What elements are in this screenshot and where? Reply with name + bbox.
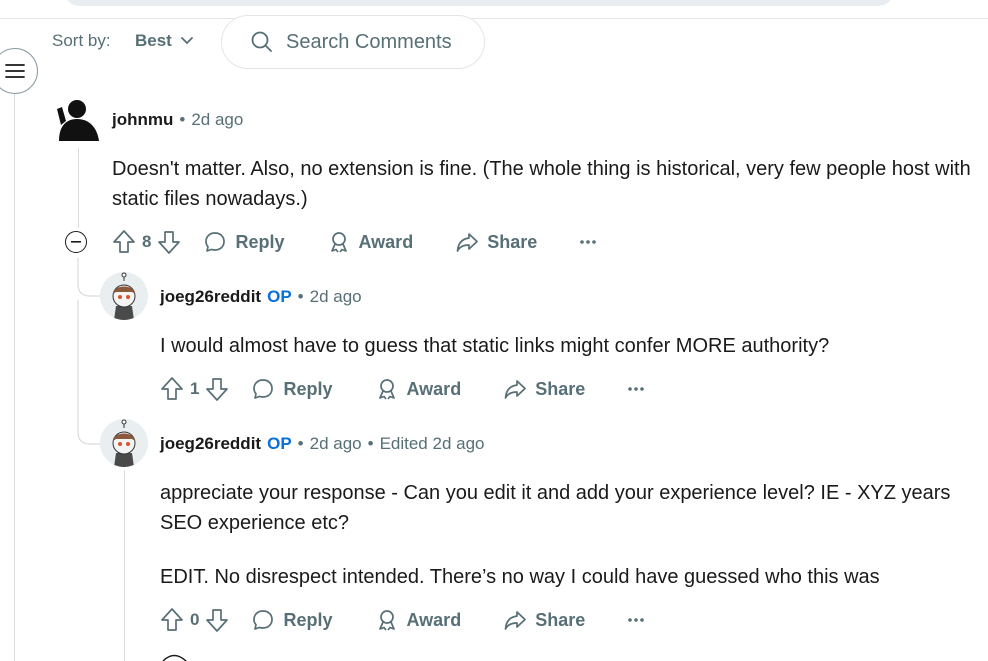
upvote-icon[interactable] — [112, 229, 136, 255]
separator-dot: • — [179, 110, 186, 129]
sort-label: Sort by: — [52, 31, 111, 50]
username[interactable]: joeg26reddit — [160, 434, 261, 454]
share-button[interactable]: Share — [503, 608, 585, 632]
timestamp[interactable]: 2d ago — [191, 110, 243, 130]
username[interactable]: joeg26reddit — [160, 287, 261, 307]
downvote-icon[interactable] — [205, 607, 229, 633]
search-icon — [250, 30, 274, 54]
downvote-icon[interactable] — [205, 376, 229, 402]
separator-dot: • — [297, 434, 304, 453]
op-badge: OP — [267, 434, 292, 453]
more-options-button[interactable] — [579, 239, 597, 245]
comment-meta: joeg26reddit OP • 2d ago — [160, 287, 362, 307]
ellipsis-icon — [628, 387, 645, 391]
thread-line-comment-1 — [78, 148, 79, 228]
comment-body: Doesn't matter. Also, no extension is fi… — [112, 158, 971, 210]
share-icon — [504, 380, 527, 399]
comment-bubble-icon — [205, 232, 226, 252]
comment-body: I would almost have to guess that static… — [160, 335, 830, 357]
award-button[interactable]: Award — [375, 377, 461, 401]
separator-dot: • — [297, 287, 304, 306]
user-silhouette-icon — [57, 100, 99, 141]
op-badge: OP — [267, 287, 292, 306]
more-options-button[interactable] — [627, 617, 645, 623]
menu-button[interactable] — [0, 48, 38, 94]
avatar[interactable] — [100, 419, 148, 467]
award-button[interactable]: Award — [375, 608, 461, 632]
comment-body-edit: EDIT. No disrespect intended. There’s no… — [160, 566, 880, 588]
edited-label: Edited 2d ago — [379, 434, 485, 453]
downvote-icon[interactable] — [157, 229, 181, 255]
collapse-thread-button[interactable] — [65, 231, 87, 253]
reply-button[interactable]: Reply — [203, 230, 285, 254]
reply-button[interactable]: Reply — [251, 608, 333, 632]
search-comments-input[interactable]: Search Comments — [221, 15, 485, 69]
award-icon — [330, 232, 347, 253]
comment-bubble-icon — [253, 379, 274, 399]
thread-line-root — [14, 94, 15, 661]
share-icon — [456, 233, 479, 252]
more-options-button[interactable] — [627, 386, 645, 392]
ellipsis-icon — [628, 618, 645, 622]
ellipsis-icon — [580, 240, 597, 244]
top-search-bar[interactable] — [65, 0, 893, 6]
timestamp[interactable]: 2d ago — [310, 287, 362, 307]
comment-actions: 8 Reply Award Share — [112, 229, 597, 255]
comment-actions: 1 Reply Award Share — [160, 376, 645, 402]
thread-line-comment-3 — [124, 470, 125, 661]
timestamp[interactable]: 2d ago — [310, 434, 362, 454]
hamburger-icon — [4, 62, 26, 80]
comment-body: appreciate your response - Can you edit … — [160, 482, 951, 534]
vote-score: 1 — [190, 379, 200, 398]
award-button[interactable]: Award — [327, 230, 413, 254]
search-placeholder: Search Comments — [286, 30, 452, 53]
avatar[interactable] — [53, 95, 101, 143]
sort-value: Best — [135, 31, 172, 50]
reply-button[interactable]: Reply — [251, 377, 333, 401]
minus-icon — [71, 241, 81, 243]
award-icon — [378, 379, 395, 400]
header-divider — [0, 18, 988, 19]
avatar[interactable] — [100, 272, 148, 320]
comment-meta: joeg26reddit OP • 2d ago • Edited 2d ago — [160, 434, 484, 454]
award-icon — [378, 610, 395, 631]
share-button[interactable]: Share — [455, 230, 537, 254]
vote-score: 8 — [142, 232, 152, 251]
comment-meta: johnmu • 2d ago — [112, 110, 243, 130]
comment-bubble-icon — [253, 610, 274, 630]
upvote-icon[interactable] — [160, 376, 184, 402]
chevron-down-icon — [180, 36, 194, 46]
next-item-edge — [162, 654, 187, 661]
share-button[interactable]: Share — [503, 377, 585, 401]
vote-score: 0 — [190, 610, 200, 629]
sort-dropdown[interactable]: Best — [135, 31, 194, 51]
thread-connector — [77, 300, 101, 445]
share-icon — [504, 611, 527, 630]
upvote-icon[interactable] — [160, 607, 184, 633]
username[interactable]: johnmu — [112, 110, 173, 130]
snoo-avatar-icon — [100, 419, 148, 467]
separator-dot: • — [367, 434, 374, 453]
snoo-avatar-icon — [100, 272, 148, 320]
comment-actions: 0 Reply Award Share — [160, 607, 645, 633]
